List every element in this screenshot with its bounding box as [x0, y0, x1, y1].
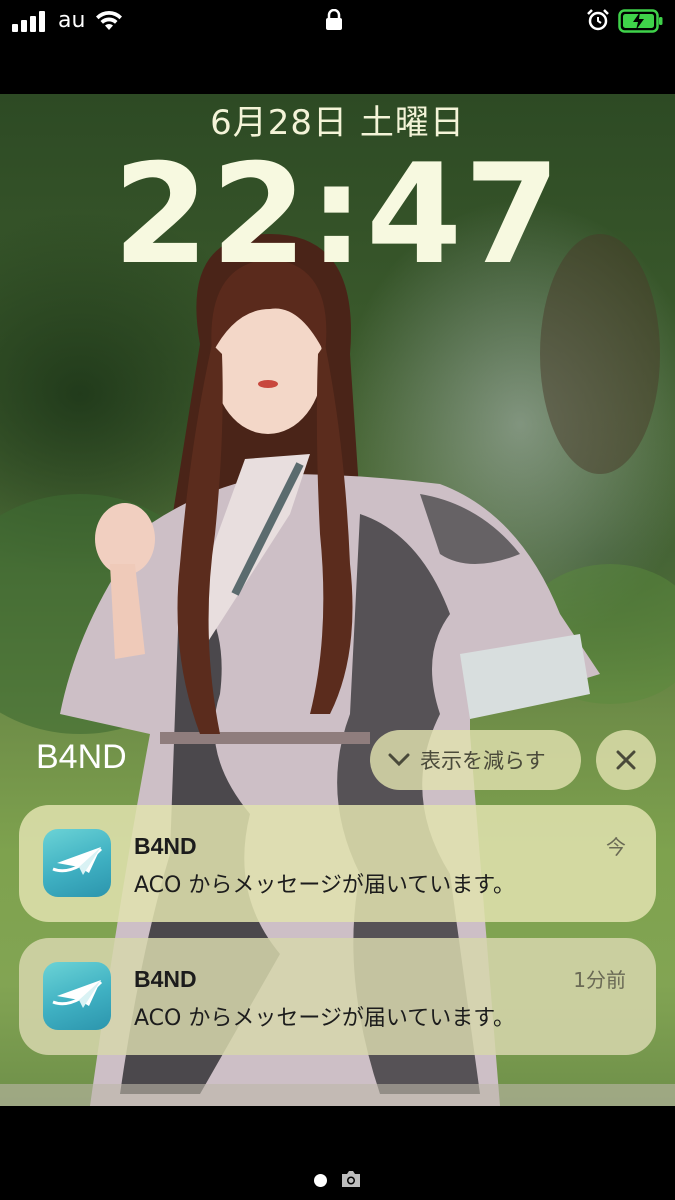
show-less-button[interactable]: 表示を減らす [370, 730, 581, 790]
bottom-bar [0, 1106, 675, 1200]
paper-plane-icon [43, 829, 111, 897]
wifi-icon [96, 10, 122, 30]
paper-plane-icon [43, 962, 111, 1030]
notification-card[interactable]: B4ND ACO からメッセージが届いています。 今 [19, 805, 656, 922]
lock-icon [326, 9, 342, 30]
chevron-down-icon [388, 753, 410, 767]
show-less-label: 表示を減らす [420, 749, 546, 773]
notification-app-name: B4ND [134, 966, 197, 992]
notification-app-name: B4ND [134, 833, 197, 859]
signal-bars-icon [12, 10, 48, 32]
carrier-label: au [58, 8, 86, 33]
camera-icon[interactable] [340, 1170, 362, 1188]
notification-time: 今 [606, 835, 626, 859]
battery-charging-icon [618, 9, 663, 33]
lock-screen-time: 22:47 [112, 134, 563, 295]
clear-notifications-button[interactable] [596, 730, 656, 790]
notification-message: ACO からメッセージが届いています。 [134, 873, 516, 898]
page-dot [314, 1174, 327, 1187]
notification-group-title: B4ND [36, 738, 127, 776]
alarm-icon [587, 9, 609, 31]
notification-card[interactable]: B4ND ACO からメッセージが届いています。 1分前 [19, 938, 656, 1055]
status-bar: au [0, 0, 675, 94]
notification-message: ACO からメッセージが届いています。 [134, 1006, 516, 1031]
notification-time: 1分前 [573, 968, 626, 992]
close-icon [616, 750, 636, 770]
